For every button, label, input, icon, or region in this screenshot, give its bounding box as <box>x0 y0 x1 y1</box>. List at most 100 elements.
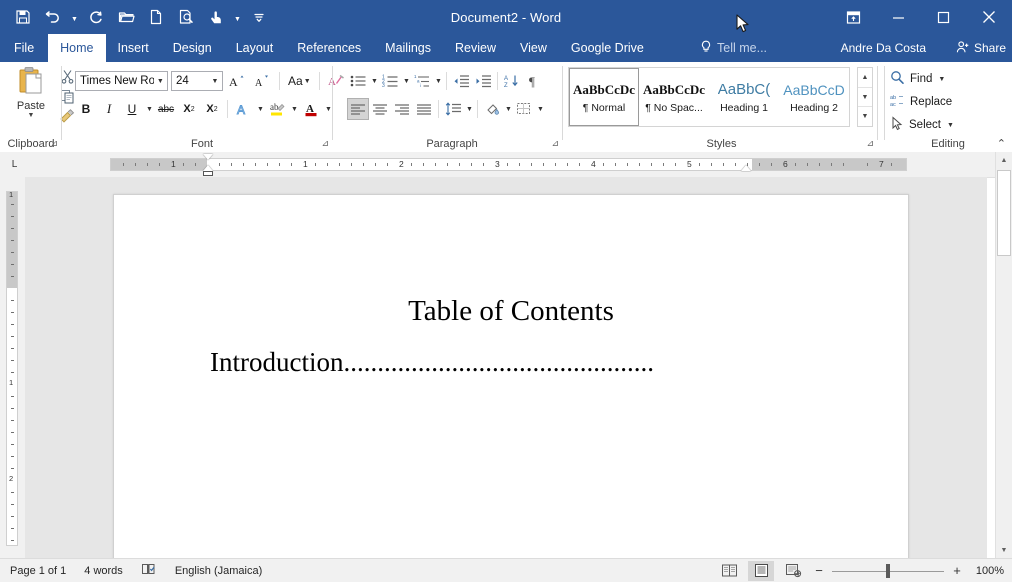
multilevel-list-icon[interactable]: 1ai <box>411 70 433 92</box>
tab-home[interactable]: Home <box>48 34 106 62</box>
strikethrough-button[interactable]: abc <box>155 98 177 120</box>
ruler-track[interactable]: 1 1 2 3 4 5 6 7 <box>110 158 907 171</box>
tab-design[interactable]: Design <box>161 34 224 62</box>
replace-button[interactable]: ab ac Replace <box>890 91 952 113</box>
print-layout-view-button[interactable] <box>748 560 774 581</box>
shrink-font-button[interactable]: A <box>251 70 273 92</box>
undo-dropdown-icon[interactable]: ▼ <box>68 3 81 31</box>
document-toc-entry[interactable]: Introduction............................… <box>210 347 810 378</box>
left-indent-marker[interactable] <box>203 171 213 176</box>
tab-mailings[interactable]: Mailings <box>373 34 443 62</box>
underline-button[interactable]: U <box>121 98 143 120</box>
font-size-dropdown-icon[interactable]: ▼ <box>208 72 222 90</box>
touch-mouse-mode-icon[interactable] <box>201 3 231 31</box>
share-button[interactable]: Share <box>956 34 1006 62</box>
grow-font-button[interactable]: A <box>226 70 248 92</box>
find-dropdown-icon[interactable]: ▼ <box>938 76 945 83</box>
vertical-ruler[interactable]: 1 1 2 <box>0 177 25 559</box>
zoom-out-button[interactable]: − <box>812 563 826 578</box>
shading-dropdown-icon[interactable]: ▼ <box>503 98 513 120</box>
style-heading-1[interactable]: AaBbC( Heading 1 <box>709 68 779 126</box>
style-no-spacing[interactable]: AaBbCcDc ¶ No Spac... <box>639 68 709 126</box>
align-center-icon[interactable] <box>369 98 391 120</box>
scroll-down-icon[interactable]: ▼ <box>996 542 1012 559</box>
vertical-scrollbar[interactable]: ▲ ▼ <box>995 152 1012 559</box>
sort-icon[interactable]: AZ <box>501 70 523 92</box>
text-effects-dropdown-icon[interactable]: ▼ <box>255 98 265 120</box>
scroll-up-icon[interactable]: ▲ <box>996 152 1012 169</box>
select-button[interactable]: Select ▼ <box>890 114 954 136</box>
tab-file[interactable]: File <box>0 34 48 62</box>
restore-button[interactable] <box>921 0 966 34</box>
tab-insert[interactable]: Insert <box>106 34 161 62</box>
select-dropdown-icon[interactable]: ▼ <box>947 122 954 129</box>
tab-layout[interactable]: Layout <box>224 34 286 62</box>
tab-review[interactable]: Review <box>443 34 508 62</box>
line-spacing-dropdown-icon[interactable]: ▼ <box>464 98 474 120</box>
horizontal-ruler[interactable]: L 1 1 2 3 4 5 6 7 <box>0 152 1012 178</box>
find-button[interactable]: Find ▼ <box>890 68 945 90</box>
bullets-icon[interactable] <box>347 70 369 92</box>
styles-dialog-launcher[interactable]: ⊿ <box>866 138 874 149</box>
styles-scroll-down-icon[interactable]: ▼ <box>858 86 872 107</box>
document-heading[interactable]: Table of Contents <box>114 295 908 328</box>
show-formatting-marks-icon[interactable]: ¶ <box>523 70 545 92</box>
font-color-button[interactable]: A <box>300 98 322 120</box>
redo-icon[interactable] <box>81 3 111 31</box>
font-dialog-launcher[interactable]: ⊿ <box>321 138 329 149</box>
proofing-errors-icon[interactable] <box>141 562 157 579</box>
increase-indent-icon[interactable] <box>472 70 494 92</box>
tab-google-drive[interactable]: Google Drive <box>559 34 656 62</box>
paragraph-dialog-launcher[interactable]: ⊿ <box>551 138 559 149</box>
tab-references[interactable]: References <box>285 34 373 62</box>
text-effects-button[interactable]: A <box>232 98 254 120</box>
clipboard-dialog-launcher[interactable]: ⊿ <box>50 138 58 149</box>
superscript-button[interactable]: X2 <box>201 98 223 120</box>
style-heading-2[interactable]: AaBbCcD Heading 2 <box>779 68 849 126</box>
align-left-icon[interactable] <box>347 98 369 120</box>
first-line-indent-marker[interactable] <box>203 154 213 160</box>
line-spacing-icon[interactable] <box>442 98 464 120</box>
print-preview-icon[interactable] <box>171 3 201 31</box>
page-number-status[interactable]: Page 1 of 1 <box>10 565 66 577</box>
account-name[interactable]: Andre Da Costa <box>841 34 926 62</box>
paste-button[interactable]: Paste ▼ <box>8 66 54 128</box>
multilevel-dropdown-icon[interactable]: ▼ <box>433 70 443 92</box>
read-mode-view-button[interactable] <box>716 561 742 581</box>
document-workspace[interactable]: Table of Contents Introduction..........… <box>25 177 987 559</box>
align-right-icon[interactable] <box>391 98 413 120</box>
scrollbar-thumb[interactable] <box>997 170 1011 256</box>
change-case-dropdown-icon[interactable]: ▼ <box>304 78 311 85</box>
ribbon-display-options-icon[interactable] <box>830 0 876 34</box>
font-name-dropdown-icon[interactable]: ▼ <box>154 72 167 90</box>
borders-dropdown-icon[interactable]: ▼ <box>535 98 545 120</box>
new-document-icon[interactable] <box>141 3 171 31</box>
tab-stop-selector[interactable]: L <box>6 156 23 173</box>
zoom-level-label[interactable]: 100% <box>970 565 1004 577</box>
styles-scroll-up-icon[interactable]: ▲ <box>858 68 872 87</box>
tab-view[interactable]: View <box>508 34 559 62</box>
subscript-button[interactable]: X2 <box>178 98 200 120</box>
change-case-button[interactable]: Aa ▼ <box>286 70 313 92</box>
save-icon[interactable] <box>8 3 38 31</box>
right-indent-marker[interactable] <box>741 165 751 171</box>
borders-icon[interactable] <box>513 98 535 120</box>
justify-icon[interactable] <box>413 98 435 120</box>
minimize-button[interactable] <box>876 0 921 34</box>
document-page[interactable]: Table of Contents Introduction..........… <box>113 194 909 559</box>
bullets-dropdown-icon[interactable]: ▼ <box>369 70 379 92</box>
collapse-ribbon-icon[interactable]: ⌃ <box>997 137 1006 150</box>
decrease-indent-icon[interactable] <box>450 70 472 92</box>
style-normal[interactable]: AaBbCcDc ¶ Normal <box>569 68 639 126</box>
numbering-icon[interactable]: 123 <box>379 70 401 92</box>
text-highlight-button[interactable]: ab <box>266 98 288 120</box>
numbering-dropdown-icon[interactable]: ▼ <box>401 70 411 92</box>
bold-button[interactable]: B <box>75 98 97 120</box>
tell-me-search[interactable]: Tell me... <box>700 34 767 62</box>
word-count-status[interactable]: 4 words <box>84 565 123 577</box>
close-button[interactable] <box>966 0 1012 34</box>
font-size-combobox[interactable]: 24 ▼ <box>171 71 223 91</box>
touch-mode-dropdown-icon[interactable]: ▼ <box>231 3 244 31</box>
underline-dropdown-icon[interactable]: ▼ <box>144 98 154 120</box>
zoom-slider[interactable] <box>832 561 944 581</box>
